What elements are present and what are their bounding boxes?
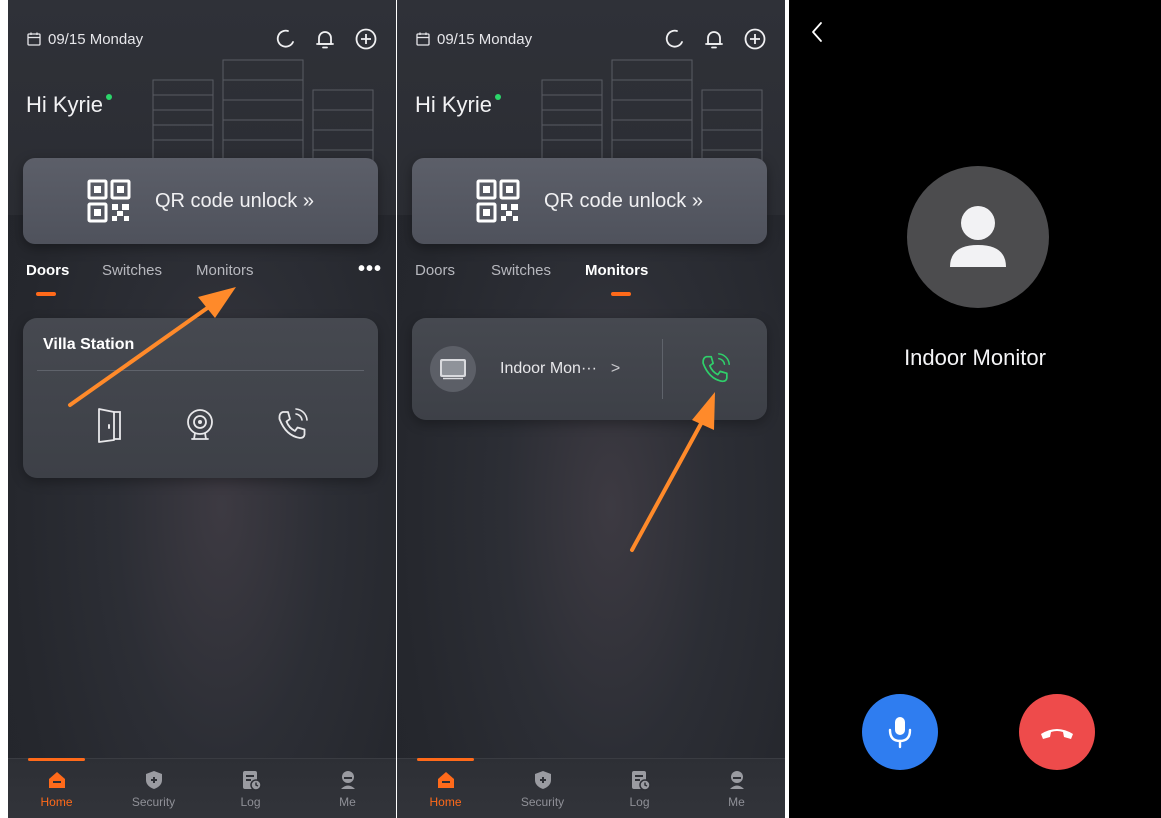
qr-unlock-button[interactable]: QR code unlock »	[412, 158, 767, 244]
caller-name: Indoor Monitor	[904, 345, 1046, 370]
qr-unlock-button[interactable]: QR code unlock »	[23, 158, 378, 244]
greeting: Hi Kyrie	[26, 92, 113, 118]
qr-code-icon	[87, 179, 131, 223]
greeting-text: Hi Kyrie	[415, 92, 493, 117]
qr-unlock-label: QR code unlock »	[544, 189, 703, 212]
add-circle-icon[interactable]	[743, 27, 767, 51]
person-icon	[729, 770, 744, 789]
nav-log-label: Log	[629, 794, 650, 809]
device-tabs: Doors Switches Monitors •••	[26, 258, 382, 302]
nav-log-label: Log	[240, 794, 261, 809]
call-screen-panel: Indoor Monitor	[789, 0, 1161, 818]
tab-doors[interactable]: Doors	[415, 262, 455, 279]
person-icon	[340, 770, 355, 789]
hang-up-button[interactable]	[1019, 694, 1095, 770]
door-unlock-icon[interactable]	[92, 406, 126, 444]
camera-monitor-icon[interactable]	[183, 406, 217, 444]
nav-security-label: Security	[131, 794, 176, 809]
online-status-dot	[495, 94, 502, 100]
hang-up-icon	[1041, 729, 1073, 739]
log-icon	[631, 770, 651, 791]
nav-log[interactable]: Log	[202, 759, 299, 818]
nav-home-label: Home	[429, 794, 462, 809]
nav-security[interactable]: Security	[105, 759, 202, 818]
nav-me[interactable]: Me	[688, 759, 785, 818]
villa-station-title: Villa Station	[43, 336, 135, 353]
calendar-icon	[416, 32, 430, 46]
home-doors-panel: 09/15 Monday Hi Kyrie QR code unlock » D…	[8, 0, 396, 818]
nav-log[interactable]: Log	[591, 759, 688, 818]
card-divider	[37, 370, 364, 371]
more-options-icon[interactable]: •••	[358, 258, 382, 281]
building-illustration	[541, 59, 763, 166]
date-display: 09/15 Monday	[415, 31, 532, 48]
monitor-device-icon	[430, 346, 476, 392]
shield-icon	[145, 770, 162, 789]
bottom-navigation: Home Security Log Me	[8, 758, 396, 818]
bell-icon[interactable]	[703, 28, 725, 50]
indoor-monitor-label: Indoor Mon···	[500, 360, 597, 377]
add-circle-icon[interactable]	[354, 27, 378, 51]
microphone-button[interactable]	[862, 694, 938, 770]
home-icon	[437, 771, 454, 788]
moon-icon[interactable]	[274, 28, 296, 50]
tab-switches[interactable]: Switches	[102, 262, 162, 279]
qr-unlock-label: QR code unlock »	[155, 189, 314, 212]
call-monitor-icon[interactable]	[697, 351, 733, 387]
microphone-icon	[888, 717, 912, 749]
tab-switches[interactable]: Switches	[491, 262, 551, 279]
building-illustration	[152, 59, 374, 166]
indoor-monitor-card: Indoor Mon··· >	[412, 318, 767, 420]
date-display: 09/15 Monday	[26, 31, 143, 48]
indoor-monitor-item[interactable]: Indoor Mon··· >	[430, 346, 662, 392]
nav-home[interactable]: Home	[397, 758, 494, 818]
tab-doors[interactable]: Doors	[26, 262, 69, 279]
nav-me-label: Me	[339, 794, 356, 809]
villa-station-card: Villa Station	[23, 318, 378, 478]
qr-code-icon	[476, 179, 520, 223]
tab-monitors[interactable]: Monitors	[196, 262, 254, 279]
tab-active-indicator	[36, 292, 56, 296]
nav-security-label: Security	[520, 794, 565, 809]
date-text: 09/15 Monday	[437, 30, 533, 48]
avatar	[907, 166, 1049, 308]
tab-active-indicator	[611, 292, 631, 296]
calendar-icon	[27, 32, 41, 46]
card-divider	[662, 339, 663, 399]
person-avatar-icon	[950, 206, 1006, 267]
back-chevron-icon[interactable]	[809, 20, 825, 44]
chevron-right-icon: >	[610, 360, 621, 377]
bell-icon[interactable]	[314, 28, 336, 50]
online-status-dot	[106, 94, 113, 100]
nav-me-label: Me	[728, 794, 745, 809]
moon-icon[interactable]	[663, 28, 685, 50]
device-tabs: Doors Switches Monitors	[415, 262, 771, 302]
shield-icon	[534, 770, 551, 789]
nav-home-label: Home	[40, 794, 73, 809]
status-bar: 09/15 Monday	[26, 26, 378, 52]
status-bar: 09/15 Monday	[415, 26, 767, 52]
home-icon	[48, 771, 65, 788]
bottom-navigation: Home Security Log Me	[397, 758, 785, 818]
date-text: 09/15 Monday	[48, 30, 144, 48]
tab-monitors[interactable]: Monitors	[585, 262, 648, 279]
nav-me[interactable]: Me	[299, 759, 396, 818]
phone-call-icon[interactable]	[274, 406, 310, 444]
home-monitors-panel: 09/15 Monday Hi Kyrie QR code unlock » D…	[397, 0, 785, 818]
greeting: Hi Kyrie	[415, 92, 502, 118]
greeting-text: Hi Kyrie	[26, 92, 104, 117]
log-icon	[242, 770, 262, 791]
nav-home[interactable]: Home	[8, 758, 105, 818]
nav-security[interactable]: Security	[494, 759, 591, 818]
